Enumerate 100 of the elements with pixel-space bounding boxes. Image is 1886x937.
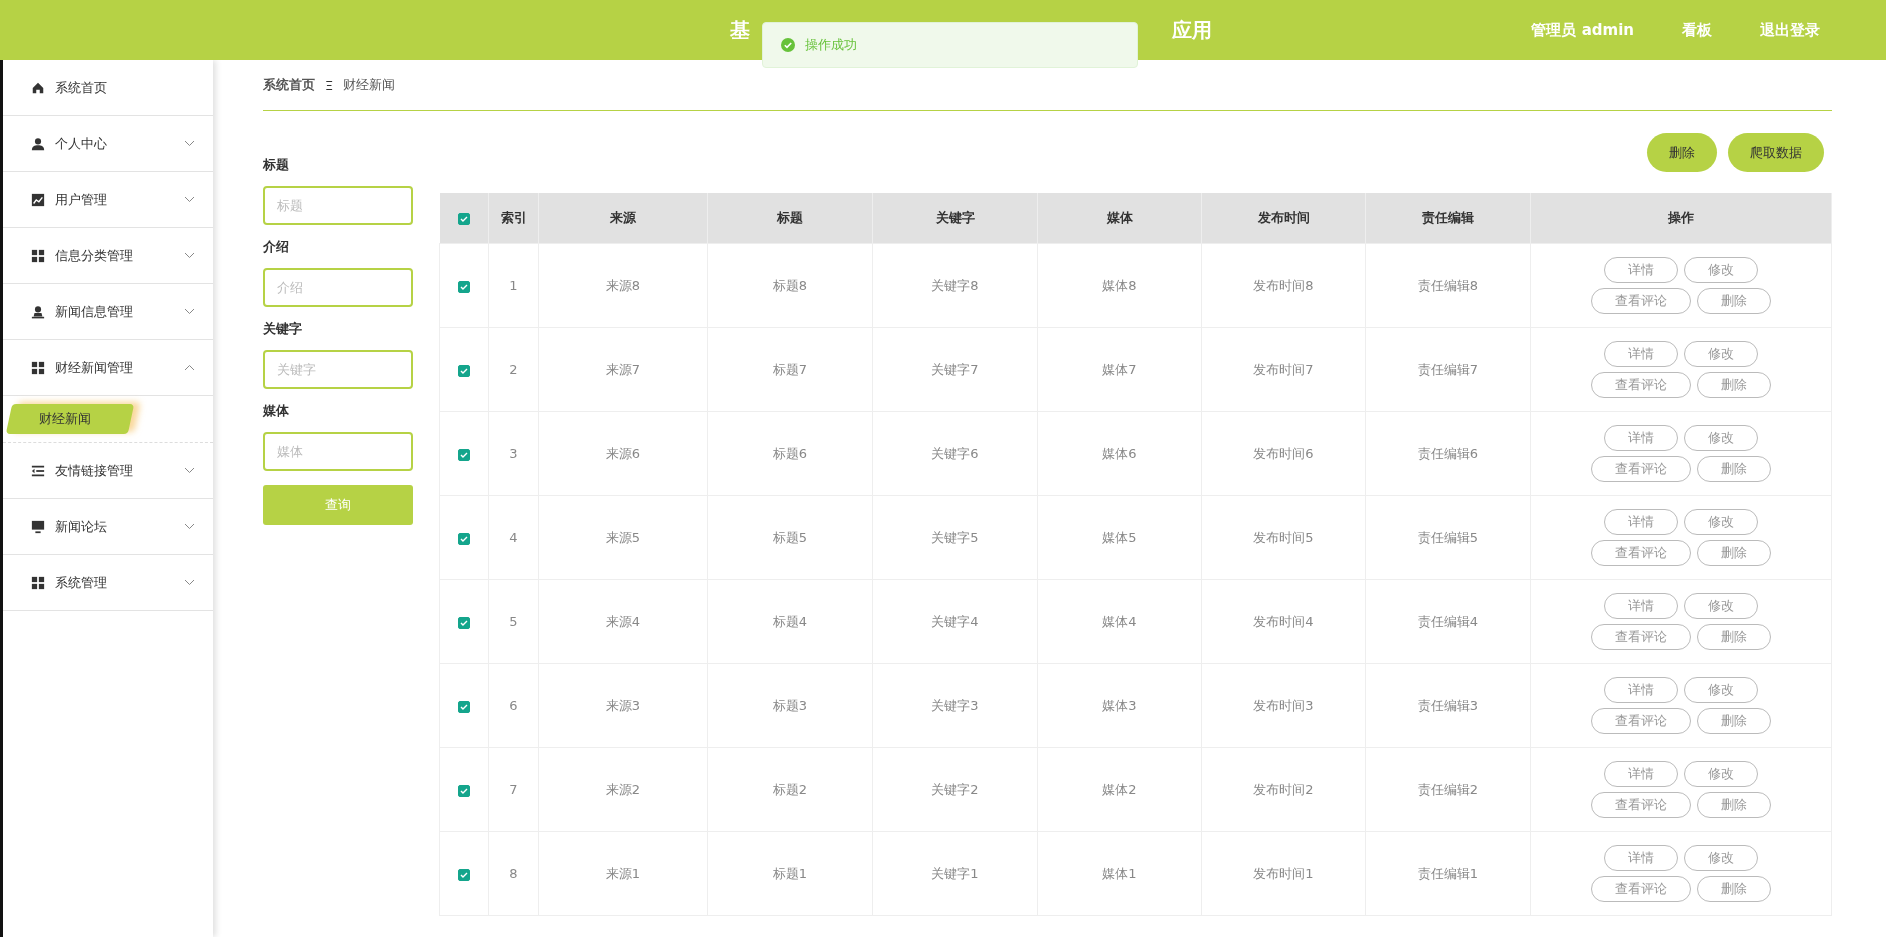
table-cell: 媒体2 [1037,747,1202,832]
sidebar-item[interactable]: 信息分类管理 [3,228,213,284]
table-cell: 1 [488,243,539,328]
field-label: 标题 [263,156,290,174]
table-cell: 媒体4 [1037,579,1202,664]
input-field[interactable]: 标题 [263,186,413,225]
row-action-button[interactable]: 详情 [1604,593,1678,619]
row-action-button[interactable]: 查看评论 [1591,792,1691,818]
row-action-button[interactable]: 删除 [1697,288,1771,314]
table-cell: 关键字7 [872,327,1038,412]
row-action-button[interactable]: 删除 [1697,876,1771,902]
table-cell: 标题8 [707,243,873,328]
row-action-button[interactable]: 查看评论 [1591,876,1691,902]
submenu-item[interactable]: 财经新闻 [5,404,135,434]
header-link[interactable]: 退出登录 [1760,20,1820,40]
success-toast: 操作成功 [762,22,1138,68]
table-cell: 来源7 [538,327,708,412]
table-cell: 责任编辑1 [1365,831,1531,916]
row-action-button[interactable]: 修改 [1684,341,1758,367]
row-action-button[interactable]: 修改 [1684,677,1758,703]
table-cell: 关键字5 [872,495,1038,580]
breadcrumb-item[interactable]: 系统首页 [263,76,315,94]
table-cell: 来源3 [538,663,708,748]
table-cell: 8 [488,831,539,916]
table-cell: 关键字4 [872,579,1038,664]
table-cell: 发布时间3 [1201,663,1366,748]
row-action-button[interactable]: 删除 [1697,456,1771,482]
row-action-button[interactable]: 修改 [1684,257,1758,283]
row-action-button[interactable]: 详情 [1604,509,1678,535]
table-cell: 责任编辑8 [1365,243,1531,328]
row-action-button[interactable]: 查看评论 [1591,540,1691,566]
row-action-button[interactable]: 删除 [1697,372,1771,398]
row-action-button[interactable]: 查看评论 [1591,624,1691,650]
input-field[interactable]: 媒体 [263,432,413,471]
delete-button[interactable]: 删除 [1647,133,1717,172]
sidebar-item[interactable]: 新闻论坛 [3,499,213,555]
table-cell: 标题1 [707,831,873,916]
row-action-button[interactable]: 详情 [1604,341,1678,367]
input-field[interactable]: 关键字 [263,350,413,389]
sidebar-item[interactable]: 个人中心 [3,116,213,172]
table-cell: 来源6 [538,411,708,496]
search-button[interactable]: 查询 [263,485,413,525]
header-link[interactable]: 看板 [1682,20,1712,40]
row-action-button[interactable]: 详情 [1604,761,1678,787]
table-cell: 关键字1 [872,831,1038,916]
table-cell: 关键字3 [872,663,1038,748]
sidebar-item[interactable]: 系统管理 [3,555,213,611]
table-cell: 发布时间1 [1201,831,1366,916]
row-action-button[interactable]: 修改 [1684,845,1758,871]
table-cell: 来源2 [538,747,708,832]
app-title: 应用 [1172,16,1212,44]
table-cell: 2 [488,327,539,412]
column-header: 发布时间 [1201,193,1366,244]
field-label: 介绍 [263,238,290,256]
crawl-data-button[interactable]: 爬取数据 [1728,133,1824,172]
table-cell: 7 [488,747,539,832]
row-action-button[interactable]: 查看评论 [1591,708,1691,734]
row-action-button[interactable]: 删除 [1697,540,1771,566]
table-cell: 责任编辑2 [1365,747,1531,832]
row-action-button[interactable]: 修改 [1684,761,1758,787]
table-cell: 媒体6 [1037,411,1202,496]
column-header: 关键字 [872,193,1038,244]
table-cell: 4 [488,495,539,580]
breadcrumb-item[interactable]: 财经新闻 [343,76,396,94]
breadcrumb-separator: Ξ [325,77,334,93]
sidebar-item[interactable]: 系统首页 [3,60,213,116]
input-field[interactable]: 介绍 [263,268,413,307]
table-cell: 发布时间4 [1201,579,1366,664]
table-cell: 来源5 [538,495,708,580]
sidebar-item[interactable]: 友情链接管理 [3,443,213,499]
table-cell: 标题3 [707,663,873,748]
column-header: 标题 [707,193,873,244]
sidebar-item[interactable]: 用户管理 [3,172,213,228]
row-action-button[interactable]: 详情 [1604,845,1678,871]
row-action-button[interactable]: 详情 [1604,257,1678,283]
row-action-button[interactable]: 查看评论 [1591,372,1691,398]
row-action-button[interactable]: 修改 [1684,425,1758,451]
table-cell: 发布时间8 [1201,243,1366,328]
row-action-button[interactable]: 删除 [1697,624,1771,650]
sidebar-item[interactable]: 财经新闻管理 [3,340,213,396]
sidebar-item[interactable]: 新闻信息管理 [3,284,213,340]
table-cell: 发布时间2 [1201,747,1366,832]
row-action-button[interactable]: 详情 [1604,677,1678,703]
row-action-button[interactable]: 删除 [1697,708,1771,734]
table-cell: 发布时间6 [1201,411,1366,496]
column-header: 操作 [1530,193,1832,244]
column-header: 来源 [538,193,708,244]
table-cell: 责任编辑7 [1365,327,1531,412]
row-action-button[interactable]: 详情 [1604,425,1678,451]
row-action-button[interactable]: 修改 [1684,509,1758,535]
table-cell: 责任编辑3 [1365,663,1531,748]
admin-user-label: 管理员 admin [1531,20,1634,40]
row-action-button[interactable]: 查看评论 [1591,288,1691,314]
table-cell: 媒体7 [1037,327,1202,412]
table-cell: 标题5 [707,495,873,580]
row-action-button[interactable]: 修改 [1684,593,1758,619]
row-action-button[interactable]: 查看评论 [1591,456,1691,482]
table-cell: 发布时间7 [1201,327,1366,412]
table-cell: 5 [488,579,539,664]
row-action-button[interactable]: 删除 [1697,792,1771,818]
